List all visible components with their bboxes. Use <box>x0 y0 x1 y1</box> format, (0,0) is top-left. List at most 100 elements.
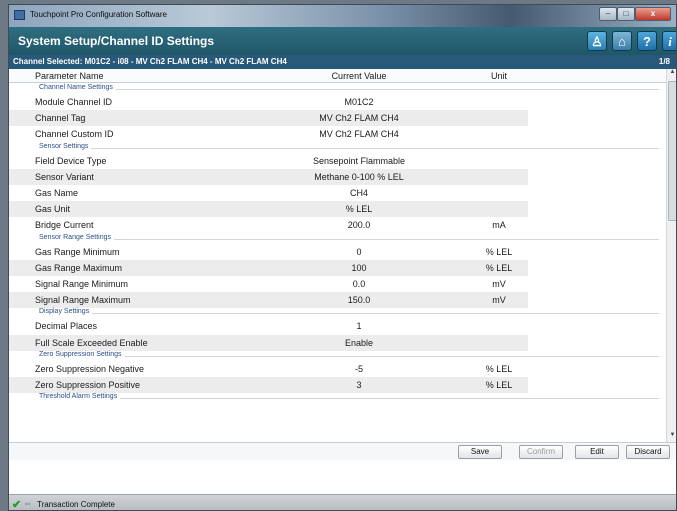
parameter-name: Decimal Places <box>35 321 98 332</box>
column-header-name: Parameter Name <box>35 71 104 81</box>
parameter-value: Enable <box>344 337 374 348</box>
section-title: Sensor Range Settings <box>39 233 114 241</box>
parameter-name: Sensor Variant <box>35 171 94 182</box>
table-row[interactable]: Sensor Variant Methane 0-100 % LEL <box>9 168 528 185</box>
section-title: Threshold Alarm Settings <box>39 393 121 401</box>
parameter-name: Module Channel ID <box>35 97 113 107</box>
table-row[interactable]: Gas Name CH4 <box>9 185 528 201</box>
parameter-name: Signal Range Maximum <box>35 295 131 306</box>
table-row[interactable]: Gas Range Maximum 100 % LEL <box>9 259 528 276</box>
table-row[interactable]: Gas Range Minimum 0 % LEL <box>9 244 528 260</box>
help-icon[interactable]: ? <box>637 31 657 51</box>
parameter-unit: % LEL <box>485 380 513 390</box>
section-header: Sensor Range Settings <box>39 233 665 244</box>
parameter-value: -5 <box>354 363 363 374</box>
home-icon[interactable]: ⌂ <box>612 31 632 51</box>
section-divider <box>39 355 659 357</box>
table-row[interactable]: Signal Range Minimum 0.0 mV <box>9 276 528 292</box>
section-divider <box>39 313 659 315</box>
window-title: Touchpoint Pro Configuration Software <box>30 10 167 19</box>
table-row[interactable]: Bridge Current 200.0 mA <box>9 217 528 233</box>
parameter-value: 200.0 <box>347 220 371 231</box>
parameter-value: 100 <box>351 262 367 273</box>
table-row[interactable]: Full Scale Exceeded Enable Enable <box>9 334 528 351</box>
section-title: Zero Suppression Settings <box>39 350 125 358</box>
parameter-name: Field Device Type <box>35 155 107 166</box>
parameter-value: Methane 0-100 % LEL <box>314 171 404 182</box>
parameter-value: 1 <box>356 321 362 332</box>
parameter-value: 0.0 <box>352 279 366 289</box>
parameter-name: Bridge Current <box>35 220 94 231</box>
app-icon <box>14 10 25 20</box>
section-divider <box>39 238 659 240</box>
status-bar: ✔ ⇔ Transaction Complete <box>9 494 676 511</box>
section-divider <box>39 89 659 90</box>
status-message: Transaction Complete <box>37 500 115 509</box>
table-row[interactable]: Channel Custom ID MV Ch2 FLAM CH4 <box>9 126 528 142</box>
transfer-arrows-icon: ⇔ <box>23 498 32 508</box>
table-row[interactable]: Field Device Type Sensepoint Flammable <box>9 153 528 169</box>
page-indicator: 1/8 <box>658 57 670 66</box>
close-button[interactable]: x <box>635 7 671 21</box>
table-row[interactable]: Gas Unit % LEL <box>9 201 528 218</box>
scroll-down-arrow-icon[interactable]: ▼ <box>668 432 676 442</box>
parameter-name: Full Scale Exceeded Enable <box>35 337 148 348</box>
scroll-up-arrow-icon[interactable]: ▲ <box>668 69 676 79</box>
page-header: System Setup/Channel ID Settings ♙ ⌂ ? i <box>9 27 676 55</box>
table-row[interactable]: Module Channel ID M01C2 <box>9 94 528 110</box>
vertical-scrollbar[interactable]: ▲ ▼ <box>666 69 676 442</box>
parameter-name: Gas Unit <box>35 204 71 215</box>
section-title: Channel Name Settings <box>39 84 116 91</box>
section-title: Sensor Settings <box>39 142 92 150</box>
info-icon[interactable]: i <box>662 31 676 51</box>
parameter-name: Gas Range Minimum <box>35 246 120 257</box>
section-header: Display Settings <box>39 308 665 318</box>
section-title: Display Settings <box>39 308 93 316</box>
parameter-name: Channel Tag <box>35 113 86 124</box>
section-header: Sensor Settings <box>39 142 665 153</box>
table-row[interactable]: Zero Suppression Positive 3 % LEL <box>9 377 528 393</box>
save-button[interactable]: Save <box>458 445 502 459</box>
section-header: Zero Suppression Settings <box>39 350 665 361</box>
person-icon[interactable]: ♙ <box>587 31 607 51</box>
parameter-name: Channel Custom ID <box>35 129 114 140</box>
parameter-value: % LEL <box>345 204 373 215</box>
section-header: Threshold Alarm Settings <box>39 393 665 403</box>
parameter-value: M01C2 <box>344 97 374 107</box>
column-header-unit: Unit <box>490 71 507 81</box>
parameter-unit: mV <box>492 295 506 306</box>
parameter-name: Gas Name <box>35 188 79 198</box>
edit-button[interactable]: Edit <box>575 445 619 459</box>
maximize-button[interactable]: □ <box>617 7 635 21</box>
parameter-name: Signal Range Minimum <box>35 279 129 289</box>
scrollbar-thumb[interactable] <box>668 81 676 221</box>
parameter-unit: % LEL <box>485 262 513 273</box>
confirm-button[interactable]: Confirm <box>519 445 563 459</box>
channel-selected-label: Channel Selected: M01C2 - i08 - MV Ch2 F… <box>13 57 287 66</box>
table-row[interactable]: Channel Tag MV Ch2 FLAM CH4 <box>9 110 528 127</box>
check-icon: ✔ <box>12 499 22 511</box>
section-header: Channel Name Settings <box>39 84 665 94</box>
app-window: Touchpoint Pro Configuration Software – … <box>8 4 677 511</box>
discard-button[interactable]: Discard <box>626 445 670 459</box>
parameter-name: Zero Suppression Negative <box>35 363 145 374</box>
parameter-unit: % LEL <box>485 246 513 257</box>
parameter-unit: mV <box>492 279 506 289</box>
parameter-name: Gas Range Maximum <box>35 262 123 273</box>
page-title: System Setup/Channel ID Settings <box>18 34 215 48</box>
action-bar: Save Confirm Edit Discard <box>9 442 676 460</box>
table-row[interactable]: Zero Suppression Negative -5 % LEL <box>9 361 528 377</box>
table-header: Parameter Name Current Value Unit <box>9 69 666 83</box>
title-bar: Touchpoint Pro Configuration Software – … <box>9 5 676 27</box>
column-header-value: Current Value <box>331 71 387 81</box>
parameter-value: MV Ch2 FLAM CH4 <box>319 129 399 140</box>
parameter-value: CH4 <box>349 188 368 198</box>
section-divider <box>39 147 659 149</box>
table-row[interactable]: Signal Range Maximum 150.0 mV <box>9 292 528 309</box>
minimize-button[interactable]: – <box>599 7 617 21</box>
table-row[interactable]: Decimal Places 1 <box>9 318 528 334</box>
parameter-unit: mA <box>492 220 506 231</box>
parameter-value: MV Ch2 FLAM CH4 <box>319 113 399 124</box>
parameter-unit: % LEL <box>485 363 513 374</box>
parameter-value: 150.0 <box>347 295 371 306</box>
